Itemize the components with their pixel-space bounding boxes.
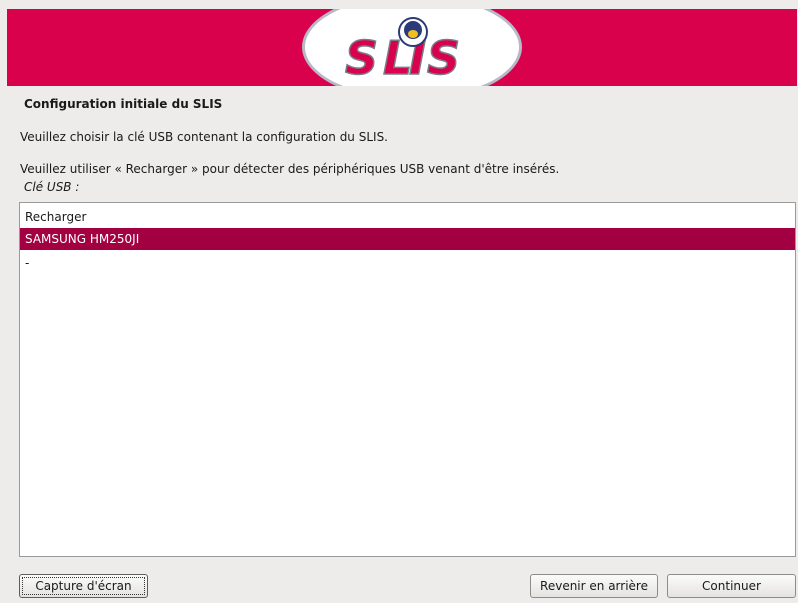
slis-logo: S L I S [302, 9, 522, 86]
list-item-reload[interactable]: Recharger [20, 206, 795, 228]
instruction-text: Veuillez choisir la clé USB contenant la… [20, 130, 388, 144]
back-button[interactable]: Revenir en arrière [530, 574, 658, 598]
usb-device-list[interactable]: Recharger SAMSUNG HM250JI - [19, 202, 796, 557]
list-item-dash[interactable]: - [20, 252, 795, 274]
svg-text:S: S [345, 31, 378, 85]
list-item-samsung-hm250ji[interactable]: SAMSUNG HM250JI [20, 228, 795, 250]
screenshot-button[interactable]: Capture d'écran [19, 574, 148, 598]
page-title: Configuration initiale du SLIS [24, 97, 223, 111]
header-banner: S L I S [7, 9, 797, 86]
reload-hint-text: Veuillez utiliser « Recharger » pour dét… [20, 162, 560, 176]
svg-text:S: S [427, 31, 460, 85]
continue-button[interactable]: Continuer [667, 574, 796, 598]
slis-logo-graphic: S L I S [344, 17, 461, 86]
usb-field-label: Clé USB : [24, 180, 80, 194]
